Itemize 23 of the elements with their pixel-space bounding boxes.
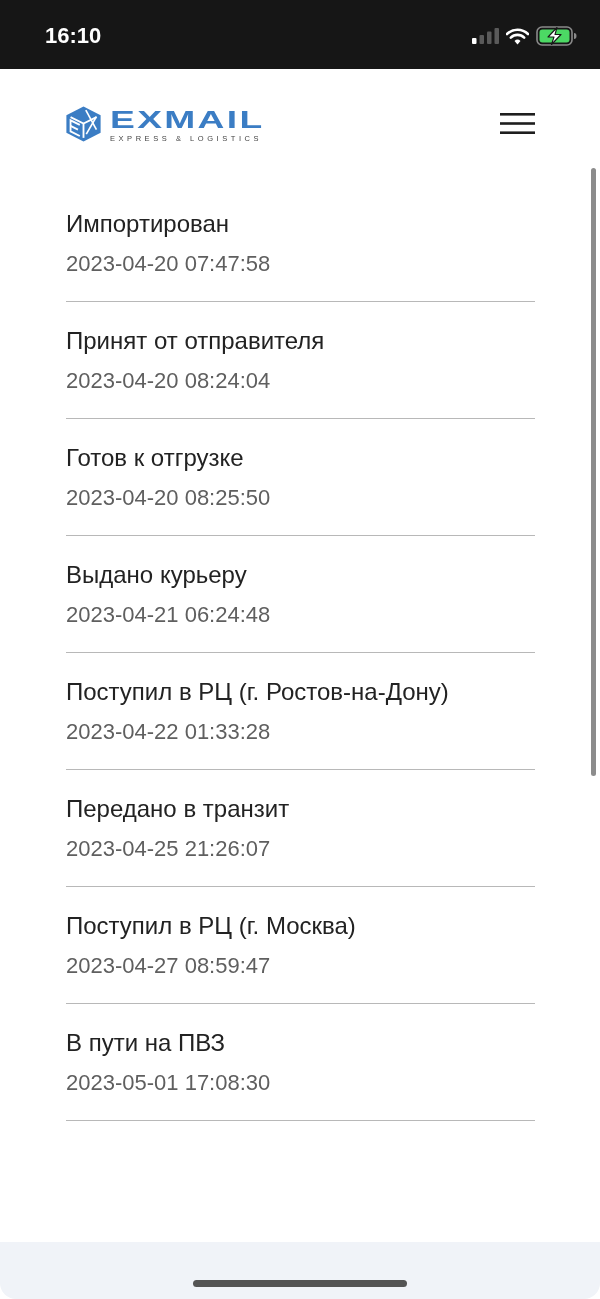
event-status: В пути на ПВЗ [66, 1028, 225, 1058]
event-status: Поступил в РЦ (г. Ростов-на-Дону) [66, 677, 449, 707]
signal-icon [472, 28, 499, 44]
event-time: 2023-04-21 06:24:48 [66, 601, 271, 629]
event-time: 2023-04-27 08:59:47 [66, 952, 271, 980]
event-status: Поступил в РЦ (г. Москва) [66, 911, 356, 941]
event-time: 2023-04-20 08:25:50 [66, 484, 271, 512]
event-status: Готов к отгрузке [66, 443, 244, 473]
menu-button[interactable] [500, 113, 535, 134]
event-time: 2023-04-20 07:47:58 [66, 250, 271, 278]
event-time: 2023-04-22 01:33:28 [66, 718, 271, 746]
cube-logo-icon [65, 105, 102, 143]
status-time: 16:10 [45, 23, 102, 49]
event-time: 2023-05-01 17:08:30 [66, 1069, 271, 1097]
event-time: 2023-04-20 08:24:04 [66, 367, 271, 395]
event-status: Передано в транзит [66, 794, 290, 824]
event-status: Импортирован [66, 209, 230, 239]
event-time: 2023-04-25 21:26:07 [66, 835, 271, 863]
menu-icon [500, 113, 535, 134]
brand-name: EXMAIL [110, 109, 265, 131]
event-status: Выдано курьеру [66, 560, 247, 590]
event-status: Принят от отправителя [66, 326, 325, 356]
wifi-icon [506, 27, 529, 45]
